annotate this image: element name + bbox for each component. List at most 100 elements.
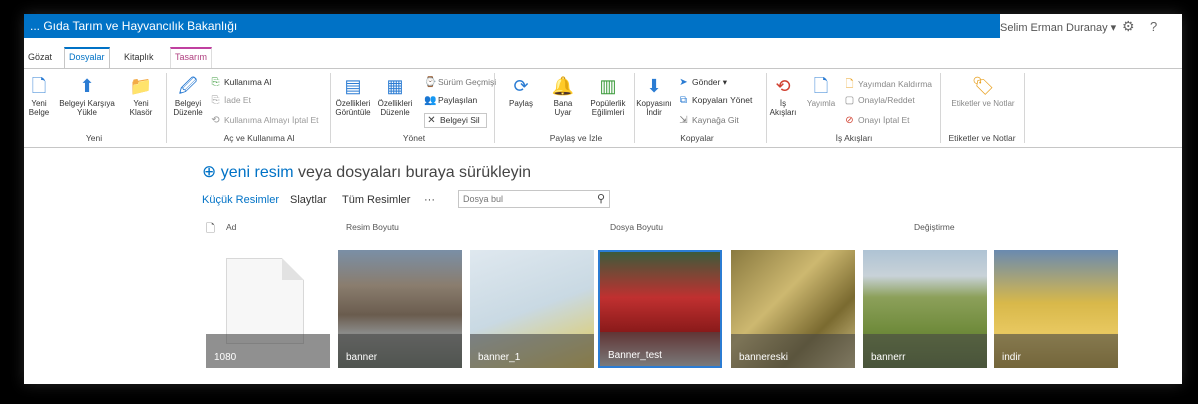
thumbnail-caption: bannerr (871, 352, 906, 363)
upload-prompt[interactable]: ⊕ yeni resim veya dosyaları buraya sürük… (202, 162, 531, 182)
cancel-approval-label: Onayı İptal Et (858, 115, 910, 125)
group-new-label: Yeni (85, 133, 103, 143)
ribbon-tabs: Gözat Dosyalar Kitaplık Tasarım (24, 44, 1182, 69)
version-history-label: Sürüm Geçmişi (438, 77, 497, 87)
workflows-label: İş Akışları (769, 99, 797, 117)
check-in-label: İade Et (224, 95, 251, 105)
send-to-button[interactable]: ➤ Gönder ▾ (678, 77, 727, 88)
thumbnail-item[interactable]: banner_1 (470, 250, 594, 368)
group-share-track-label: Paylaş ve İzle (549, 133, 603, 143)
thumbnail-item[interactable]: banner (338, 250, 462, 368)
download-copy-button[interactable]: ⬇ Kopyasını İndir (636, 75, 672, 117)
gear-icon[interactable]: ⚙ (1122, 18, 1135, 35)
thumbnail-item[interactable]: bannerr (863, 250, 987, 368)
version-history-icon: ⌚ (424, 77, 437, 88)
approve-reject-button[interactable]: ▢ Onayla/Reddet (844, 95, 915, 106)
ribbon-divider (166, 73, 167, 143)
version-history-button[interactable]: ⌚ Sürüm Geçmişi (424, 77, 496, 88)
help-icon[interactable]: ? (1150, 19, 1157, 34)
thumbnail-caption: indir (1002, 352, 1021, 363)
download-copy-label: Kopyasını İndir (636, 99, 672, 117)
column-image-size[interactable]: Resim Boyutu (346, 222, 399, 232)
file-search: ⚲ (458, 190, 610, 208)
tab-library[interactable]: Kitaplık (120, 50, 158, 68)
edit-properties-button[interactable]: ▦ Özellikleri Düzenle (376, 75, 414, 117)
share-icon: ⟳ (513, 76, 529, 96)
share-button[interactable]: ⟳ Paylaş (504, 75, 538, 108)
edit-document-button[interactable]: 🖉 Belgeyi Düzenle (170, 75, 206, 117)
check-out-button[interactable]: ⎘ Kullanıma Al (210, 77, 272, 88)
discard-checkout-icon: ⟲ (211, 115, 220, 126)
people-icon: 👥 (424, 95, 437, 106)
delete-document-button[interactable]: ✕ Belgeyi Sil (424, 113, 487, 128)
view-slides[interactable]: Slaytlar (290, 194, 327, 206)
user-bar: Selim Erman Duranay ▾ ⚙ ? (1000, 14, 1182, 38)
chart-icon: ▥ (599, 76, 617, 96)
approve-reject-label: Onayla/Reddet (858, 95, 915, 105)
delete-document-label: Belgeyi Sil (440, 115, 480, 125)
unpublish-icon: 🗋 (845, 79, 854, 90)
app-window: ... Gıda Tarım ve Hayvancılık Bakanlığı … (24, 14, 1182, 384)
thumbnail-item[interactable]: indir (994, 250, 1118, 368)
edit-properties-label: Özellikleri Düzenle (377, 99, 413, 117)
download-icon: ⬇ (646, 76, 662, 96)
view-all-images[interactable]: Tüm Resimler (342, 194, 410, 206)
thumbnail-caption: 1080 (214, 352, 237, 363)
discard-checkout-button[interactable]: ⟲ Kullanıma Almayı İptal Et (210, 115, 318, 126)
edit-document-label: Belgeyi Düzenle (173, 99, 203, 117)
manage-copies-button[interactable]: ⧉ Kopyaları Yönet (678, 95, 752, 106)
ribbon-divider (330, 73, 331, 143)
more-views-button[interactable]: ··· (424, 194, 435, 206)
tab-design[interactable]: Tasarım (170, 47, 213, 69)
column-modified[interactable]: Değiştirme (914, 222, 955, 232)
tab-files[interactable]: Dosyalar (64, 47, 110, 69)
unpublish-button[interactable]: 🗋 Yayımdan Kaldırma (844, 77, 932, 94)
new-folder-button[interactable]: 📁 Yeni Klasör (122, 75, 160, 117)
upload-document-button[interactable]: ⬆ Belgeyi Karşıya Yükle (58, 75, 116, 117)
group-tags-label: Etiketler ve Notlar (948, 133, 1016, 143)
search-icon[interactable]: ⚲ (597, 192, 605, 205)
workflows-button[interactable]: ⟲ İş Akışları (768, 75, 798, 117)
go-to-source-button[interactable]: ⇲ Kaynağa Git (678, 115, 739, 126)
publish-button[interactable]: 🗋 Yayımla (804, 75, 838, 108)
tab-browse[interactable]: Gözat (24, 50, 56, 68)
alert-me-label: Bana Uyar (553, 99, 573, 117)
thumbnail-item[interactable]: 1080 (206, 250, 330, 368)
thumbnail-item[interactable]: Banner_test (598, 250, 722, 368)
suite-bar: ... Gıda Tarım ve Hayvancılık Bakanlığı (24, 14, 1000, 38)
new-folder-label: Yeni Klasör (129, 99, 153, 117)
view-properties-button[interactable]: ▤ Özellikleri Görüntüle (334, 75, 372, 117)
tags-notes-button[interactable]: 🏷 Etiketler ve Notlar (948, 75, 1018, 108)
bell-icon: 🔔 (551, 76, 575, 96)
shared-with-button[interactable]: 👥 Paylaşılan (424, 95, 477, 106)
publish-label: Yayımla (806, 99, 836, 108)
ribbon-divider (1024, 73, 1025, 143)
go-to-source-label: Kaynağa Git (692, 115, 739, 125)
column-name[interactable]: Ad (226, 222, 236, 232)
cancel-approval-button[interactable]: ⊘ Onayı İptal Et (844, 115, 910, 126)
approve-icon: ▢ (844, 95, 855, 106)
popularity-trends-button[interactable]: ▥ Popülerlik Eğilimleri (586, 75, 630, 117)
publish-icon: 🗋 (813, 76, 829, 96)
tag-icon: 🏷 (971, 76, 995, 96)
user-menu[interactable]: Selim Erman Duranay ▾ (1000, 21, 1116, 34)
site-title[interactable]: ... Gıda Tarım ve Hayvancılık Bakanlığı (30, 19, 237, 33)
ribbon-divider (494, 73, 495, 143)
group-manage-label: Yönet (402, 133, 426, 143)
alert-me-button[interactable]: 🔔 Bana Uyar (546, 75, 580, 117)
thumbnail-item[interactable]: bannereski (731, 250, 855, 368)
check-out-label: Kullanıma Al (224, 77, 272, 87)
upload-icon: ⬆ (79, 76, 95, 96)
view-thumbnails[interactable]: Küçük Resimler (202, 194, 279, 206)
new-document-icon: 🗋 (31, 76, 47, 96)
check-in-button[interactable]: ⎘ İade Et (210, 95, 251, 106)
search-input[interactable] (461, 192, 583, 206)
new-image-link[interactable]: yeni resim (221, 164, 294, 181)
popularity-trends-label: Popülerlik Eğilimleri (590, 99, 626, 117)
shared-with-label: Paylaşılan (438, 95, 478, 105)
drag-hint: veya dosyaları buraya sürükleyin (293, 164, 532, 181)
column-file-size[interactable]: Dosya Boyutu (610, 222, 663, 232)
new-document-button[interactable]: 🗋 Yeni Belge (26, 75, 52, 117)
copies-icon: ⧉ (679, 95, 688, 106)
group-copies-label: Kopyalar (680, 133, 714, 143)
